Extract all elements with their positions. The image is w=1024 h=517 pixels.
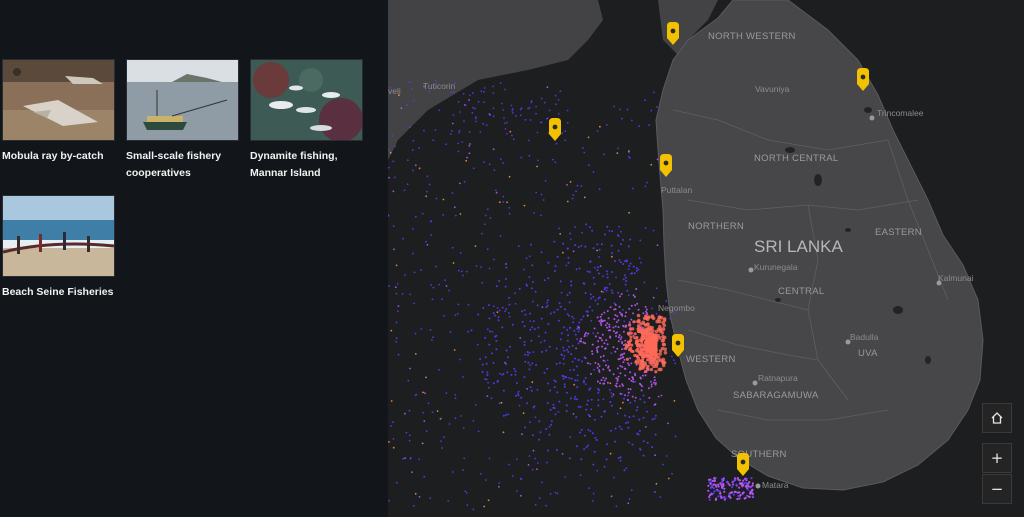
- region-label: NORTHERN: [688, 221, 744, 232]
- region-label: NORTH WESTERN: [708, 31, 796, 42]
- gallery-card-beach-seine[interactable]: Beach Seine Fisheries: [2, 195, 115, 301]
- region-label: WESTERN: [686, 354, 736, 365]
- region-label: UVA: [858, 348, 878, 359]
- gallery-caption: Beach Seine Fisheries: [2, 286, 114, 298]
- city-label: Trincomalee: [877, 108, 924, 118]
- home-icon: [991, 412, 1003, 424]
- country-label: SRI LANKA: [754, 237, 843, 256]
- city-label: Puttalan: [661, 185, 692, 195]
- city-label: Badulla: [850, 332, 879, 342]
- gallery-caption: Dynamite fishing, Mannar Island: [250, 150, 338, 179]
- zoom-in-label: +: [990, 449, 1004, 467]
- mobula-ray-photo: [2, 59, 115, 141]
- beach-seine-photo: [2, 195, 115, 277]
- dead-fish-reef-photo: [250, 59, 363, 141]
- city-label: Negombo: [658, 303, 695, 313]
- gallery-card-mobula[interactable]: Mobula ray by-catch: [2, 59, 115, 165]
- region-label: SABARAGAMUWA: [733, 390, 819, 401]
- home-button[interactable]: [982, 403, 1012, 433]
- zoom-out-label: −: [990, 480, 1004, 498]
- story-sidebar: Mobula ray by-catch Small-scale fishery …: [0, 0, 388, 517]
- region-label: CENTRAL: [778, 286, 824, 297]
- gallery-card-dynamite[interactable]: Dynamite fishing, Mannar Island: [250, 59, 363, 182]
- region-label: EASTERN: [875, 227, 922, 238]
- gallery-caption: Mobula ray by-catch: [2, 150, 104, 162]
- city-label: Kurunegala: [754, 262, 798, 272]
- zoom-out-button[interactable]: −: [982, 474, 1012, 504]
- gallery-card-cooperatives[interactable]: Small-scale fishery cooperatives: [126, 59, 239, 182]
- fishing-boat-photo: [126, 59, 239, 141]
- city-label: Tuticorin: [423, 81, 456, 91]
- city-label: Matara: [762, 480, 789, 490]
- city-label: veli: [388, 86, 401, 96]
- city-label: Vavuniya: [755, 84, 790, 94]
- zoom-in-button[interactable]: +: [982, 443, 1012, 473]
- gallery-caption: Small-scale fishery cooperatives: [126, 150, 222, 179]
- region-label: NORTH CENTRAL: [754, 153, 838, 164]
- fishing-activity-map[interactable]: NORTH WESTERN NORTH CENTRAL NORTHERN EAS…: [388, 0, 1024, 517]
- city-label: Ratnapura: [758, 373, 798, 383]
- city-label: Kalmunai: [938, 273, 974, 283]
